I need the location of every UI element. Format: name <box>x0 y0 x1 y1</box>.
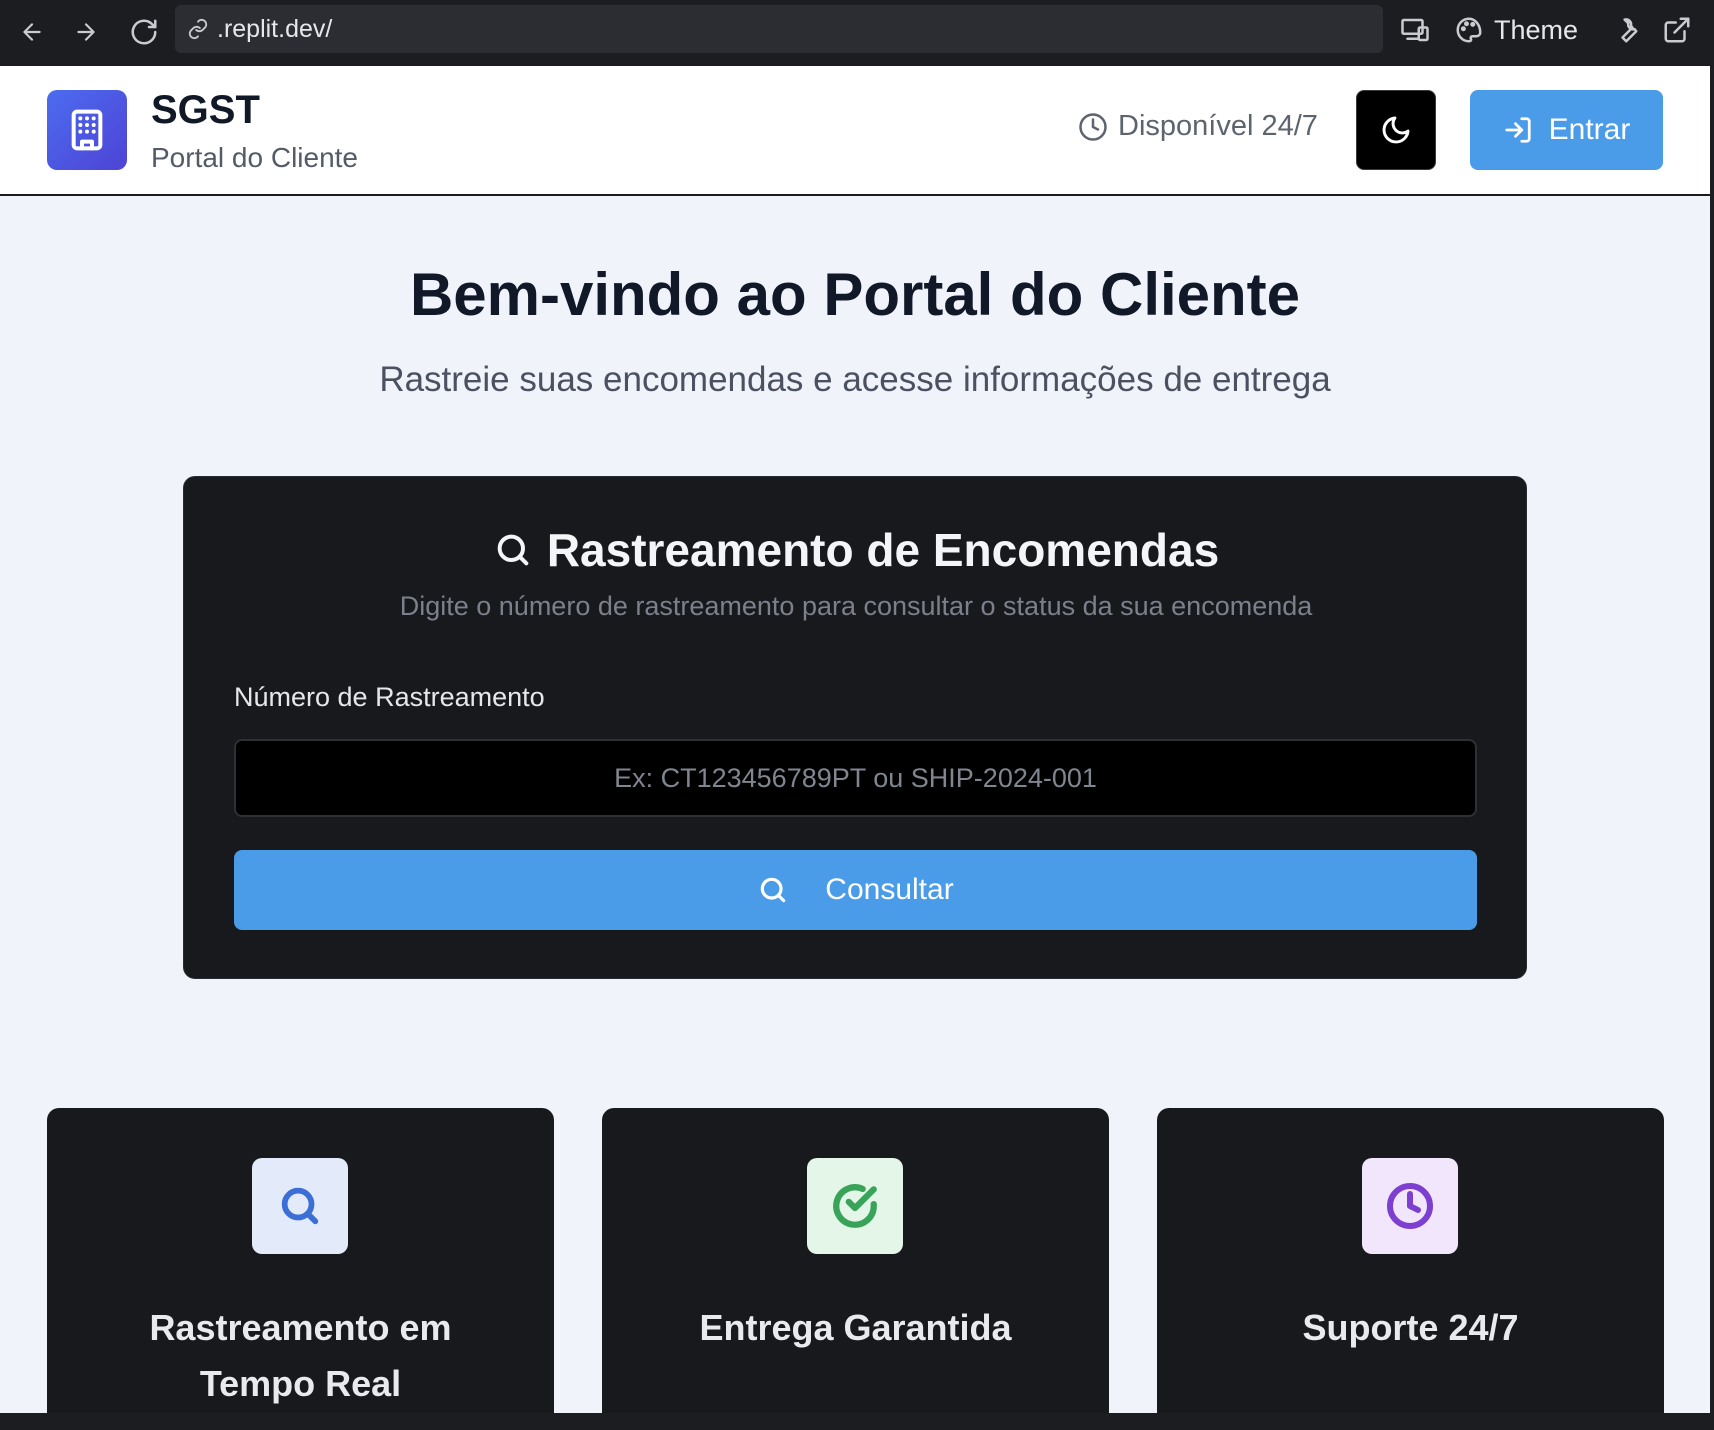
theme-label: Theme <box>1494 14 1579 45</box>
search-icon <box>281 1187 319 1225</box>
tracking-number-label: Número de Rastreamento <box>234 682 545 712</box>
brand-subtitle: Portal do Cliente <box>151 142 359 173</box>
forward-button[interactable] <box>66 12 106 52</box>
clock-icon <box>1079 112 1107 141</box>
devices-icon <box>1401 18 1429 42</box>
tracking-card: Rastreamento de Encomendas Digite o núme… <box>183 476 1527 979</box>
link-icon <box>187 16 213 42</box>
palette-icon <box>1456 17 1482 43</box>
consult-label: Consultar <box>825 873 954 906</box>
feature-icon-box <box>807 1158 903 1254</box>
back-button[interactable] <box>12 12 52 52</box>
tracking-number-input[interactable] <box>234 739 1477 817</box>
url-text: .replit.dev/ <box>217 14 333 43</box>
app-viewport: SGST Portal do Cliente Disponível 24/7 E… <box>0 66 1710 1413</box>
search-icon <box>497 534 529 566</box>
tracking-description: Digite o número de rastreamento para con… <box>399 591 1313 621</box>
building-logo <box>47 90 127 170</box>
clock-icon <box>1387 1183 1433 1229</box>
theme-button[interactable]: Theme <box>1454 8 1578 52</box>
brand-name: SGST <box>151 88 260 132</box>
log-in-icon <box>1505 117 1531 143</box>
reload-icon <box>131 19 157 45</box>
feature-title: Suporte 24/7 <box>1302 1307 1519 1348</box>
check-circle-icon <box>833 1184 877 1228</box>
feature-card-guaranteed: Entrega Garantida <box>602 1108 1109 1413</box>
feature-title: Entrega Garantida <box>699 1307 1012 1348</box>
arrow-right-icon <box>77 23 95 41</box>
reload-button[interactable] <box>124 12 164 52</box>
login-button[interactable]: Entrar <box>1470 90 1663 170</box>
feature-title: Rastreamento em Tempo Real <box>149 1307 452 1404</box>
devices-button[interactable] <box>1400 8 1430 52</box>
moon-icon <box>1382 116 1410 144</box>
external-link-icon <box>1664 17 1690 43</box>
arrow-left-icon <box>23 23 41 41</box>
devtools-button[interactable] <box>1610 8 1640 52</box>
feature-icon-box <box>1362 1158 1458 1254</box>
window-edge <box>1710 66 1714 1413</box>
wrench-icon <box>1621 18 1638 43</box>
dark-mode-toggle[interactable] <box>1356 90 1436 170</box>
consult-button[interactable]: Consultar <box>234 850 1477 930</box>
building-icon <box>71 109 103 151</box>
feature-icon-box <box>252 1158 348 1254</box>
availability-indicator: Disponível 24/7 <box>1078 110 1318 143</box>
availability-text: Disponível 24/7 <box>1118 110 1318 142</box>
open-external-button[interactable] <box>1662 8 1692 52</box>
tracking-title-text: Rastreamento de Encomendas <box>546 524 1220 576</box>
tracking-title: Rastreamento de Encomendas <box>184 523 1528 577</box>
window-bottom-edge <box>0 1413 1714 1430</box>
login-label: Entrar <box>1548 113 1631 146</box>
search-icon <box>761 877 786 903</box>
browser-toolbar: .replit.dev/ Theme <box>0 0 1714 66</box>
feature-card-realtime: Rastreamento em Tempo Real <box>47 1108 554 1413</box>
address-bar[interactable]: .replit.dev/ <box>175 5 1383 53</box>
app-header: SGST Portal do Cliente Disponível 24/7 E… <box>0 66 1710 196</box>
page-title: Bem-vindo ao Portal do Cliente <box>409 261 1301 328</box>
feature-card-support: Suporte 24/7 <box>1157 1108 1664 1413</box>
page-subtitle: Rastreie suas encomendas e acesse inform… <box>379 360 1331 399</box>
